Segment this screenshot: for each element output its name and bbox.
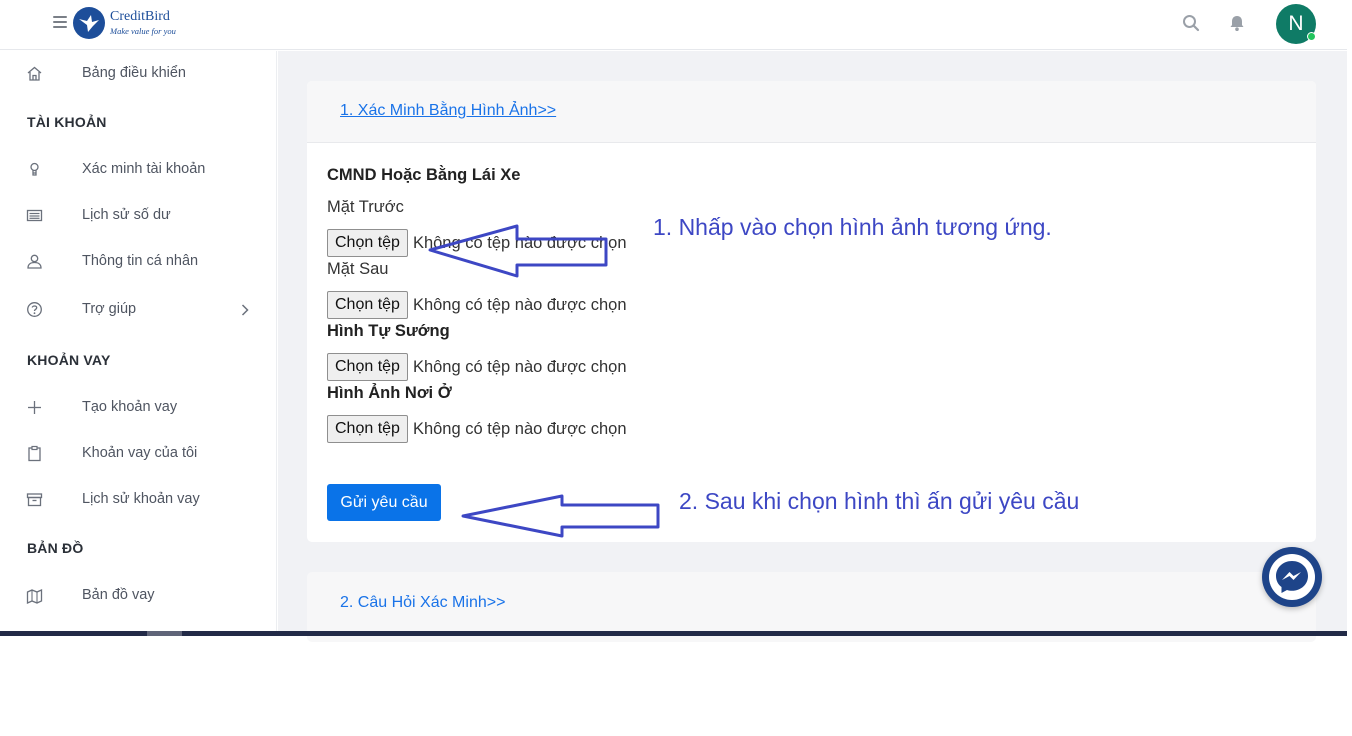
step1-link[interactable]: 1. Xác Minh Bằng Hình Ảnh>> (340, 102, 556, 120)
sidebar-item-personal-info[interactable]: Thông tin cá nhân (0, 244, 277, 280)
sidebar-label: Bảng điều khiển (82, 65, 186, 81)
file-status-selfie: Không có tệp nào được chọn (412, 357, 627, 376)
section-heading-loan: KHOẢN VAY (27, 352, 111, 368)
sidebar-item-create-loan[interactable]: Tạo khoản vay (0, 390, 277, 426)
sidebar-item-my-loans[interactable]: Khoản vay của tôi (0, 436, 277, 472)
search-icon[interactable] (1182, 14, 1200, 32)
id-document-title: CMND Hoặc Bằng Lái Xe (327, 166, 521, 184)
user-avatar[interactable]: N (1276, 4, 1316, 44)
horizontal-scrollbar[interactable] (0, 631, 1347, 636)
clipboard-icon (28, 445, 41, 462)
section-heading-account: TÀI KHOẢN (27, 114, 107, 130)
lightbulb-icon (30, 162, 39, 176)
home-icon (27, 66, 42, 81)
residence-file-input: Chọn tệp Không có tệp nào được chọn (327, 415, 627, 443)
sidebar-item-dashboard[interactable]: Bảng điều khiển (0, 56, 277, 92)
plus-icon (28, 401, 41, 414)
sidebar-label: Trợ giúp (82, 301, 137, 317)
front-side-label: Mặt Trước (327, 198, 404, 216)
messenger-icon (1269, 554, 1315, 600)
file-status-residence: Không có tệp nào được chọn (412, 419, 627, 438)
sidebar-label: Xác minh tài khoản (82, 161, 206, 177)
sidebar-item-loan-map[interactable]: Bản đồ vay (0, 578, 277, 614)
instruction-note-2: 2. Sau khi chọn hình thì ấn gửi yêu cầu (679, 488, 1080, 514)
top-header: CreditBird Make value for you N (0, 0, 1347, 50)
main-content: 1. Xác Minh Bằng Hình Ảnh>> CMND Hoặc Bằ… (278, 51, 1347, 642)
photo-verification-card: 1. Xác Minh Bằng Hình Ảnh>> CMND Hoặc Bằ… (307, 81, 1316, 542)
online-status-dot (1307, 32, 1316, 41)
app-root: CreditBird Make value for you N Bảng điề… (0, 0, 1352, 736)
brand-logo[interactable]: CreditBird Make value for you (73, 7, 176, 39)
choose-file-button-selfie[interactable]: Chọn tệp (327, 353, 408, 381)
messenger-chat-button[interactable] (1262, 547, 1322, 607)
selfie-label: Hình Tự Sướng (327, 322, 450, 340)
bird-logo-icon (73, 7, 105, 39)
instruction-note-1: 1. Nhấp vào chọn hình ảnh tương ứng. (653, 214, 1052, 240)
sidebar-item-loan-history[interactable]: Lịch sử khoản vay (0, 482, 277, 518)
step2-link[interactable]: 2. Câu Hỏi Xác Minh>> (340, 594, 505, 612)
choose-file-button-back[interactable]: Chọn tệp (327, 291, 408, 319)
list-card-icon (26, 209, 43, 222)
submit-request-button[interactable]: Gửi yêu cầu (327, 484, 441, 521)
avatar-initial: N (1288, 12, 1304, 35)
sidebar-label: Tạo khoản vay (82, 399, 178, 415)
archive-icon (26, 493, 43, 507)
user-icon (27, 254, 42, 269)
sidebar-item-help[interactable]: Trợ giúp (0, 292, 277, 328)
sidebar-item-verify-account[interactable]: Xác minh tài khoản (0, 152, 277, 188)
card-header: 1. Xác Minh Bằng Hình Ảnh>> (307, 81, 1316, 143)
sidebar: Bảng điều khiển TÀI KHOẢN Xác minh tài k… (0, 51, 277, 631)
selfie-file-input: Chọn tệp Không có tệp nào được chọn (327, 353, 627, 381)
chevron-right-icon (241, 304, 249, 316)
front-file-input: Chọn tệp Không có tệp nào được chọn (327, 229, 627, 257)
residence-photo-label: Hình Ảnh Nơi Ở (327, 384, 452, 402)
map-icon (26, 588, 43, 604)
choose-file-button-residence[interactable]: Chọn tệp (327, 415, 408, 443)
sidebar-label: Bản đồ vay (82, 587, 155, 603)
sidebar-item-balance-history[interactable]: Lịch sử số dư (0, 198, 277, 234)
section-heading-map: BẢN ĐỒ (27, 540, 84, 556)
brand-name: CreditBird (110, 9, 170, 25)
bell-icon[interactable] (1228, 14, 1246, 32)
help-circle-icon (27, 302, 42, 317)
sidebar-label: Khoản vay của tôi (82, 445, 198, 461)
sidebar-label: Thông tin cá nhân (82, 253, 199, 269)
sidebar-label: Lịch sử khoản vay (82, 491, 200, 507)
file-status-front: Không có tệp nào được chọn (412, 233, 627, 252)
brand-tagline: Make value for you (110, 26, 176, 37)
sidebar-label: Lịch sử số dư (82, 207, 171, 223)
menu-toggle-icon[interactable] (53, 16, 67, 28)
back-side-label: Mặt Sau (327, 260, 389, 278)
scrollbar-thumb[interactable] (147, 631, 182, 636)
back-file-input: Chọn tệp Không có tệp nào được chọn (327, 291, 627, 319)
choose-file-button-front[interactable]: Chọn tệp (327, 229, 408, 257)
file-status-back: Không có tệp nào được chọn (412, 295, 627, 314)
